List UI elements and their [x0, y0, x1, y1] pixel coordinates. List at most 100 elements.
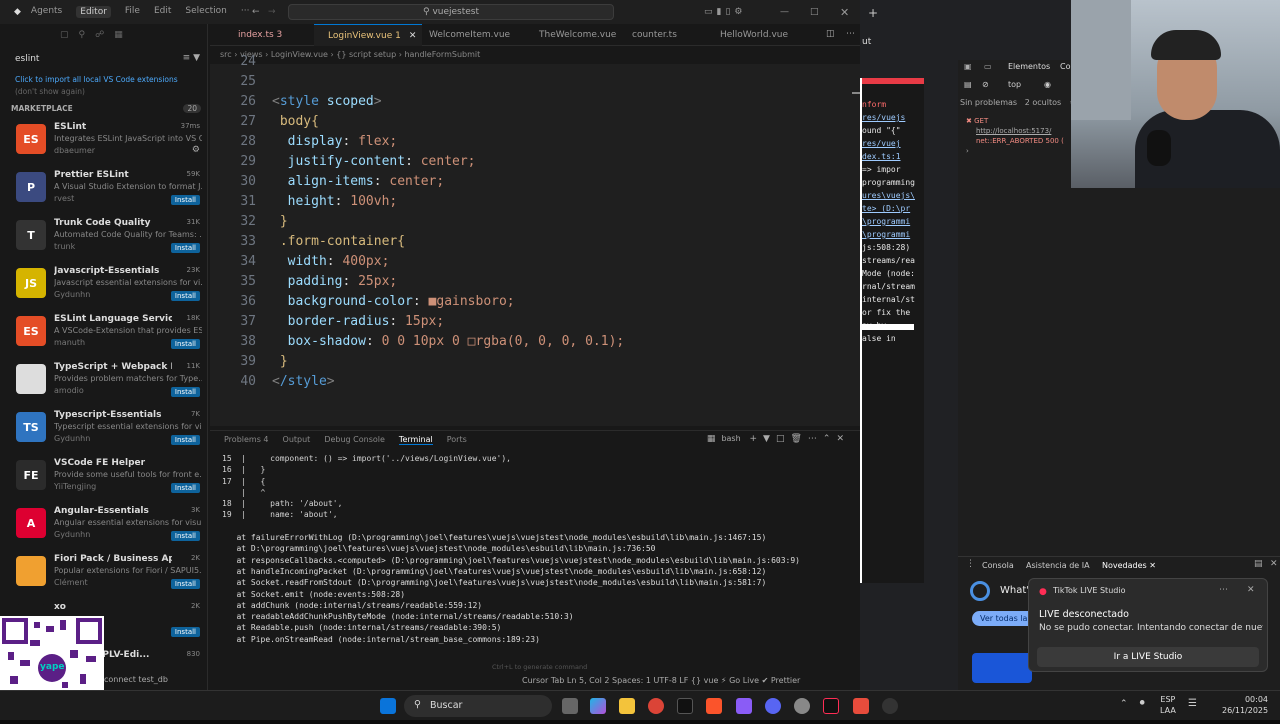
cursor-app-icon[interactable]: [677, 698, 693, 714]
install-button[interactable]: Install: [170, 531, 200, 541]
extension-item[interactable]: A Angular-Essentials Angular essential ext…: [0, 504, 208, 552]
install-button[interactable]: Install: [170, 291, 200, 301]
more-actions-icon[interactable]: ⋯: [846, 29, 855, 39]
import-hint[interactable]: Click to import all local VS Code extens…: [15, 74, 200, 98]
panel-tab[interactable]: Debug Console: [324, 435, 385, 444]
marketplace-header[interactable]: MARKETPLACE 20: [11, 104, 201, 113]
app-icon-4[interactable]: [853, 698, 869, 714]
brave-icon[interactable]: [706, 698, 722, 714]
extension-item[interactable]: P Prettier ESLint A Visual Studio Extensio…: [0, 168, 208, 216]
editor-tab[interactable]: index.ts 3: [224, 24, 282, 46]
drawer-tab-console[interactable]: Consola: [982, 561, 1014, 570]
menu-item[interactable]: Selection: [185, 6, 226, 18]
extension-item[interactable]: T Trunk Code Quality Automated Code Qualit…: [0, 216, 208, 264]
task-view-icon[interactable]: [562, 698, 578, 714]
close-drawer-icon[interactable]: ✕: [1270, 559, 1278, 569]
extension-item[interactable]: ES ESLint Language Service A VSCode-Extens…: [0, 312, 208, 360]
import-hint-dismiss[interactable]: (don't show again): [15, 87, 85, 96]
extension-item[interactable]: Fiori Pack / Business Applic... Popular e…: [0, 552, 208, 600]
minimize-button[interactable]: —: [780, 7, 789, 17]
menu-item[interactable]: ···: [241, 6, 250, 18]
install-button[interactable]: Install: [170, 435, 200, 445]
command-center-search[interactable]: ⚲ vuejestest: [288, 4, 614, 20]
editor-tab[interactable]: WelcomeItem.vue: [415, 24, 510, 46]
install-button[interactable]: Install: [170, 387, 200, 397]
tiktok-taskbar-icon[interactable]: [823, 698, 839, 714]
panel-actions[interactable]: ▦bash +▼□🗑⋯⌃✕: [707, 434, 850, 444]
new-tab-button[interactable]: +: [868, 6, 878, 20]
menu-item[interactable]: Editor: [76, 6, 111, 18]
toast-action-button[interactable]: Ir a LIVE Studio: [1037, 647, 1259, 667]
browser-tab-fragment[interactable]: ut: [862, 37, 871, 47]
extension-item[interactable]: ES ESLint Integrates ESLint JavaScript int…: [0, 120, 208, 168]
extension-item[interactable]: FE VSCode FE Helper Provide some useful to…: [0, 456, 208, 504]
context-selector[interactable]: top: [1008, 80, 1021, 89]
filter-icon[interactable]: ≡ ▼: [183, 53, 200, 63]
install-button[interactable]: Install: [170, 579, 200, 589]
device-icon[interactable]: ▭: [984, 62, 992, 71]
tray-chevron-icon[interactable]: ⌃: [1120, 699, 1128, 709]
wifi-icon[interactable]: ☰: [1188, 698, 1197, 709]
mic-icon[interactable]: ⚫: [1138, 698, 1146, 709]
extension-item[interactable]: TypeScript + Webpack Pro... Provides prob…: [0, 360, 208, 408]
maximize-button[interactable]: □: [810, 7, 819, 17]
panel-tab[interactable]: Ports: [447, 435, 467, 444]
toast-close-icon[interactable]: ✕: [1247, 585, 1255, 595]
app-icon-3[interactable]: [794, 698, 810, 714]
editor-tab[interactable]: HelloWorld.vue: [706, 24, 788, 46]
extension-item[interactable]: TS Typescript-Essentials Typescript essent…: [0, 408, 208, 456]
taskbar-search[interactable]: ⚲ Buscar: [404, 695, 552, 717]
discord-icon[interactable]: [765, 698, 781, 714]
hidden-count[interactable]: 2 ocultos: [1025, 98, 1061, 107]
code-editor[interactable]: 24 25 26 <style scoped> 27 body{28 display: …: [210, 54, 860, 426]
menu-item[interactable]: Edit: [154, 6, 171, 18]
install-button[interactable]: Install: [170, 195, 200, 205]
sidebar-icon[interactable]: ▤: [964, 80, 972, 89]
clock[interactable]: 00:04 26/11/2025: [1222, 694, 1268, 716]
close-news-icon[interactable]: ✕: [1149, 561, 1156, 570]
close-button[interactable]: ✕: [840, 6, 849, 19]
editor-tab[interactable]: LoginView.vue 1 ✕: [314, 24, 423, 46]
menu-item[interactable]: Agents: [31, 6, 62, 18]
dock-icon[interactable]: ▤: [1254, 559, 1263, 569]
back-arrow-icon[interactable]: ←: [252, 7, 260, 17]
install-button[interactable]: Install: [170, 483, 200, 493]
error-url[interactable]: http://localhost:5173/: [976, 127, 1051, 135]
panel-tab[interactable]: Terminal: [398, 435, 433, 445]
layout-icons[interactable]: ▭▮▯⚙: [704, 7, 746, 17]
forward-arrow-icon[interactable]: →: [268, 7, 276, 17]
expand-arrow-icon[interactable]: ›: [966, 147, 969, 155]
tab-elementos[interactable]: Elementos: [1008, 62, 1050, 71]
install-button[interactable]: Install: [170, 339, 200, 349]
chrome-taskbar-icon[interactable]: [648, 698, 664, 714]
install-button[interactable]: Install: [170, 627, 200, 637]
language-indicator[interactable]: ESP LAA: [1160, 694, 1176, 716]
clear-icon[interactable]: ⊘: [982, 80, 989, 89]
chatgpt-icon[interactable]: [882, 698, 898, 714]
inspect-icon[interactable]: ▣: [964, 62, 972, 71]
split-editor-icon[interactable]: ◫: [826, 29, 835, 39]
start-icon[interactable]: [380, 698, 396, 714]
toast-more-icon[interactable]: ⋯: [1219, 585, 1228, 595]
editor-tab[interactable]: TheWelcome.vue: [525, 24, 616, 46]
extension-search-input[interactable]: eslint ≡ ▼: [10, 52, 200, 68]
menu-item[interactable]: File: [125, 6, 140, 18]
tab-console[interactable]: Co: [1060, 62, 1070, 71]
install-button[interactable]: Install: [170, 243, 200, 253]
status-items[interactable]: Cursor Tab Ln 5, Col 2 Spaces: 1 UTF-8 L…: [522, 676, 800, 685]
eye-icon[interactable]: ◉: [1044, 80, 1051, 89]
drawer-tab-news[interactable]: Novedades ✕: [1102, 561, 1156, 570]
drawer-tab-ai[interactable]: Asistencia de IA: [1026, 561, 1090, 570]
manage-gear-icon[interactable]: ⚙: [192, 145, 200, 155]
panel-tab[interactable]: Output: [283, 435, 311, 444]
copilot-icon[interactable]: [590, 698, 606, 714]
terminal-output[interactable]: 15 | component: () => import('../views/L…: [222, 453, 852, 645]
drawer-menu-icon[interactable]: ⋮: [966, 559, 975, 569]
editor-tab[interactable]: counter.ts: [618, 24, 677, 46]
explorer-icon[interactable]: [619, 698, 635, 714]
extension-item[interactable]: JS Javascript-Essentials Javascript essent…: [0, 264, 208, 312]
panel-tab[interactable]: Problems 4: [224, 435, 269, 444]
import-hint-link[interactable]: Click to import all local VS Code extens…: [15, 75, 178, 84]
issues-count[interactable]: Sin problemas: [960, 98, 1017, 107]
app-icon-2[interactable]: [736, 698, 752, 714]
